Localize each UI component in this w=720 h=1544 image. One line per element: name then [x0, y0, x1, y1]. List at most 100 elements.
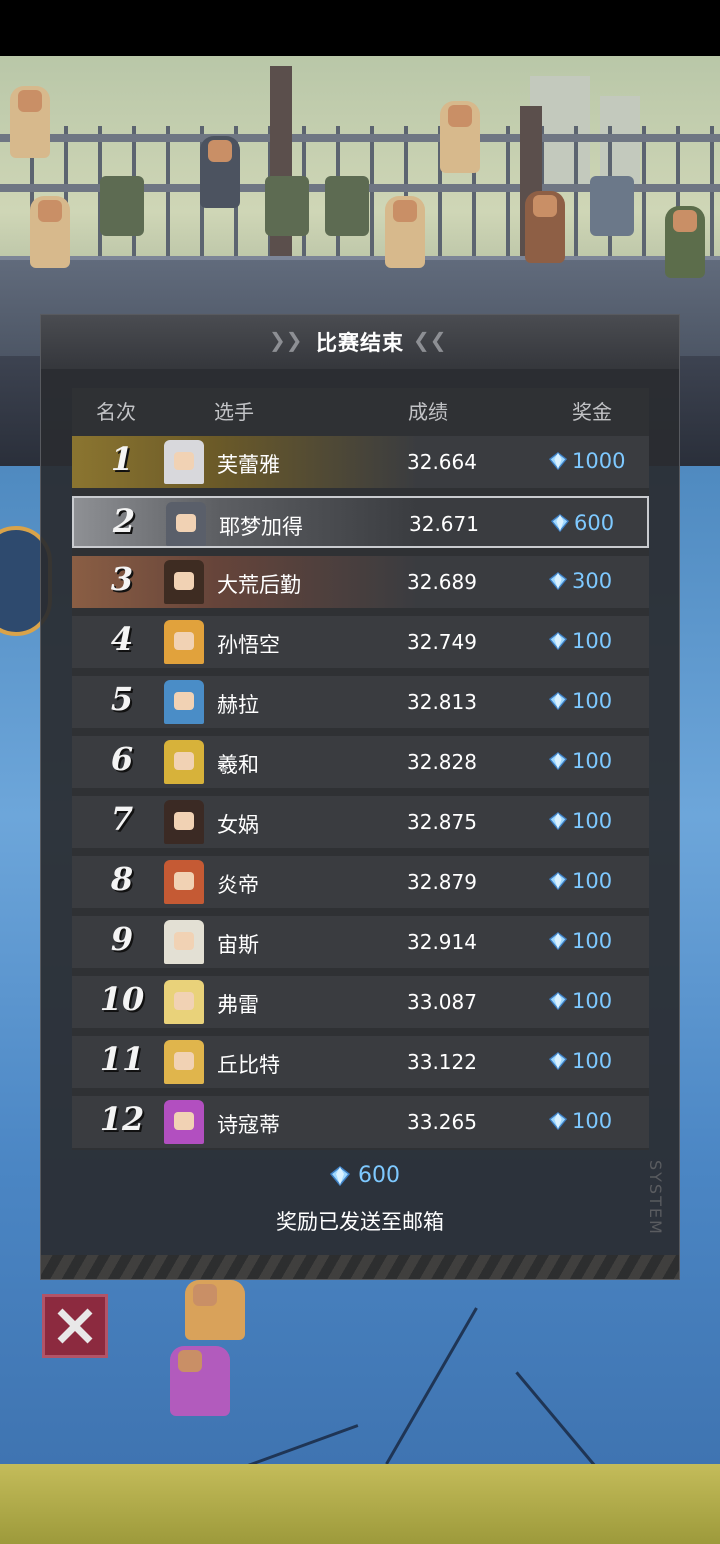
player-score: 32.664	[407, 450, 477, 474]
player-name: 孙悟空	[217, 633, 280, 657]
rank-number: 11	[99, 1040, 145, 1078]
col-header-score: 成绩	[408, 400, 448, 424]
player-prize: 100	[572, 989, 613, 1013]
diamond-gem-icon	[549, 932, 567, 950]
player-prize: 100	[572, 1109, 613, 1133]
rank-number: 12	[99, 1100, 145, 1138]
player-name: 宙斯	[217, 933, 259, 957]
barrel	[265, 176, 309, 236]
player-avatar	[164, 980, 204, 1024]
result-row: 11 丘比特 33.122 100	[72, 1036, 649, 1088]
result-row: 9 宙斯 32.914 100	[72, 916, 649, 968]
rank-number: 4	[110, 620, 134, 658]
spectator	[385, 196, 425, 268]
result-row: 4 孙悟空 32.749 100	[72, 616, 649, 668]
diamond-gem-icon	[549, 452, 567, 470]
barrel	[100, 176, 144, 236]
result-row: 8 炎帝 32.879 100	[72, 856, 649, 908]
rank-number: 6	[110, 740, 134, 778]
player-avatar	[164, 680, 204, 724]
player-avatar	[164, 620, 204, 664]
diamond-gem-icon	[549, 752, 567, 770]
player-avatar	[164, 920, 204, 964]
player-name: 耶梦加得	[219, 515, 303, 539]
result-row: 3 大荒后勤 32.689 300	[72, 556, 649, 608]
player-score: 32.671	[409, 512, 479, 536]
rank-number: 9	[110, 920, 134, 958]
player-score: 33.265	[407, 1110, 477, 1134]
reward-notice: 奖励已发送至邮箱	[276, 1210, 444, 1234]
player-prize: 100	[572, 869, 613, 893]
player-name: 赫拉	[217, 693, 259, 717]
system-watermark: SYSTEM	[646, 1160, 665, 1236]
diamond-gem-icon	[330, 1166, 350, 1186]
diamond-gem-icon	[551, 514, 569, 532]
spectator	[665, 206, 705, 278]
player-score: 32.875	[407, 810, 477, 834]
rank-number: 2	[112, 502, 136, 540]
col-header-prize: 奖金	[572, 400, 612, 424]
spectator	[440, 101, 480, 173]
player-name: 芙蕾雅	[217, 453, 280, 477]
spectator	[525, 191, 565, 263]
player-avatar	[164, 440, 204, 484]
player-prize: 100	[572, 809, 613, 833]
close-icon	[57, 1308, 93, 1344]
player-score: 33.087	[407, 990, 477, 1014]
rank-number: 10	[99, 980, 145, 1018]
player-prize: 100	[572, 929, 613, 953]
runner-character	[185, 1280, 245, 1340]
close-button[interactable]	[42, 1294, 108, 1358]
diamond-gem-icon	[549, 692, 567, 710]
rank-number: 3	[110, 560, 134, 598]
status-bar	[0, 0, 720, 56]
player-score: 32.749	[407, 630, 477, 654]
player-score: 32.879	[407, 870, 477, 894]
pole	[270, 66, 292, 266]
spectator	[200, 136, 240, 208]
result-row: 7 女娲 32.875 100	[72, 796, 649, 848]
rank-number: 8	[110, 860, 134, 898]
player-score: 32.813	[407, 690, 477, 714]
player-avatar	[164, 1100, 204, 1144]
player-name: 诗寇蒂	[217, 1113, 280, 1137]
player-prize: 100	[572, 629, 613, 653]
total-reward: 600	[358, 1163, 400, 1188]
rank-number: 7	[110, 800, 134, 838]
diamond-gem-icon	[549, 572, 567, 590]
player-score: 33.122	[407, 1050, 477, 1074]
col-header-player: 选手	[214, 400, 254, 424]
rank-number: 1	[110, 440, 134, 478]
player-name: 大荒后勤	[217, 573, 301, 597]
player-score: 32.689	[407, 570, 477, 594]
fence-rail	[0, 134, 720, 142]
barrel	[590, 176, 634, 236]
diamond-gem-icon	[549, 1112, 567, 1130]
diamond-gem-icon	[549, 872, 567, 890]
result-row: 6 羲和 32.828 100	[72, 736, 649, 788]
player-prize: 100	[572, 1049, 613, 1073]
player-name: 女娲	[217, 813, 259, 837]
diamond-gem-icon	[549, 812, 567, 830]
player-prize: 100	[572, 689, 613, 713]
result-row: 10 弗雷 33.087 100	[72, 976, 649, 1028]
player-avatar	[164, 560, 204, 604]
player-name: 羲和	[217, 753, 259, 777]
sand-ground	[0, 1464, 720, 1544]
player-avatar	[164, 860, 204, 904]
result-row: 5 赫拉 32.813 100	[72, 676, 649, 728]
player-prize: 300	[572, 569, 613, 593]
player-prize: 100	[572, 749, 613, 773]
diamond-gem-icon	[549, 1052, 567, 1070]
player-avatar	[164, 1040, 204, 1084]
result-row: 12 诗寇蒂 33.265 100	[72, 1096, 649, 1148]
barrel	[325, 176, 369, 236]
diamond-gem-icon	[549, 632, 567, 650]
diamond-gem-icon	[549, 992, 567, 1010]
hazard-stripes	[41, 1255, 679, 1279]
chevron-left-icon: ❮❮	[413, 328, 447, 352]
spectator	[30, 196, 70, 268]
player-prize: 600	[574, 511, 615, 535]
player-name: 炎帝	[217, 873, 259, 897]
player-score: 32.828	[407, 750, 477, 774]
